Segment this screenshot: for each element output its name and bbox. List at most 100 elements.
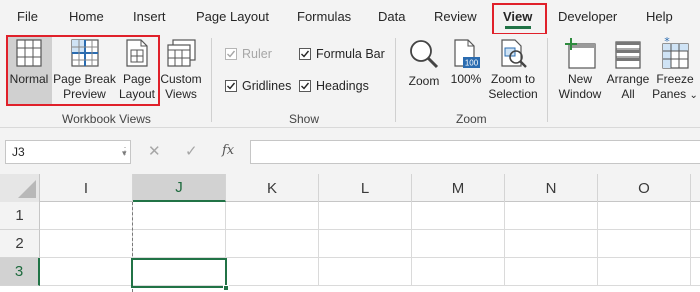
name-box-value: J3 xyxy=(12,145,25,159)
row-header-2[interactable]: 2 xyxy=(0,230,40,258)
checkmark-icon xyxy=(301,50,310,58)
name-box[interactable]: J3 ▾ xyxy=(5,140,131,164)
workbook-views-group-label: Workbook Views xyxy=(62,112,151,126)
freeze-panes-icon: * xyxy=(662,36,689,69)
tab-developer[interactable]: Developer xyxy=(558,9,617,24)
formula-bar-checkbox[interactable]: Formula Bar xyxy=(299,46,385,62)
cell-k1[interactable] xyxy=(226,202,319,230)
zoom-to-selection-button[interactable]: Zoom to Selection xyxy=(487,38,539,102)
arrange-all-label-2: All xyxy=(621,87,635,101)
formula-bar-grip-icon[interactable]: ⋮ xyxy=(120,146,130,157)
ruler-checkbox[interactable]: Ruler xyxy=(225,46,272,62)
column-header-l[interactable]: L xyxy=(319,174,412,202)
zoom-label: Zoom xyxy=(408,74,440,88)
headings-label: Headings xyxy=(316,79,369,93)
cell-n3[interactable] xyxy=(505,258,598,286)
cell-n2[interactable] xyxy=(505,230,598,258)
cell-partial[interactable] xyxy=(691,202,700,230)
cell-partial[interactable] xyxy=(691,230,700,258)
column-header-partial[interactable] xyxy=(691,174,700,202)
zoom-100-label: 100% xyxy=(450,72,482,86)
column-header-row: I J K L M N O xyxy=(0,174,700,202)
cancel-icon[interactable]: ✕ xyxy=(148,142,161,160)
arrange-all-icon xyxy=(615,41,641,69)
row-header-3[interactable]: 3 xyxy=(0,258,40,286)
tab-insert[interactable]: Insert xyxy=(133,9,166,24)
custom-views-label-1: Custom xyxy=(160,72,202,86)
zoom-100-badge: 100 xyxy=(465,59,479,68)
worksheet-grid: I J K L M N O 1 2 3 xyxy=(0,174,700,292)
column-header-i[interactable]: I xyxy=(40,174,133,202)
cell-o1[interactable] xyxy=(598,202,691,230)
cell-l1[interactable] xyxy=(319,202,412,230)
cell-o3[interactable] xyxy=(598,258,691,286)
cell-partial[interactable] xyxy=(691,258,700,286)
headings-check-box xyxy=(299,80,311,92)
cell-n1[interactable] xyxy=(505,202,598,230)
headings-checkbox[interactable]: Headings xyxy=(299,78,369,94)
ruler-check-box xyxy=(225,48,237,60)
checkmark-icon xyxy=(301,82,310,90)
new-window-label-2: Window xyxy=(558,87,602,101)
formula-bar-label: Formula Bar xyxy=(316,47,385,61)
select-all-button[interactable] xyxy=(0,174,40,202)
zoom-to-selection-label-2: Selection xyxy=(488,87,538,101)
cell-i3[interactable] xyxy=(40,258,133,286)
column-header-j[interactable]: J xyxy=(133,174,226,202)
tab-file[interactable]: File xyxy=(17,9,38,24)
cell-l3[interactable] xyxy=(319,258,412,286)
freeze-panes-label-1: Freeze xyxy=(656,72,694,86)
new-window-label-1: New xyxy=(567,72,592,86)
checkmark-icon xyxy=(227,50,236,58)
custom-views-label-2: Views xyxy=(165,87,197,101)
formula-input[interactable] xyxy=(250,140,700,164)
zoom-button[interactable]: Zoom xyxy=(403,38,445,89)
formula-bar: J3 ▾ ⋮ ✕ ✓ fx xyxy=(0,128,700,174)
column-header-m[interactable]: M xyxy=(412,174,505,202)
ribbon-tab-bar: File Home Insert Page Layout Formulas Da… xyxy=(0,0,700,35)
row-header-1[interactable]: 1 xyxy=(0,202,40,230)
workbook-views-highlight xyxy=(6,35,160,106)
active-cell-j3[interactable] xyxy=(131,258,227,288)
ruler-label: Ruler xyxy=(242,47,272,61)
tab-home[interactable]: Home xyxy=(69,9,104,24)
zoom-100-icon: 100 xyxy=(454,39,480,68)
tab-help[interactable]: Help xyxy=(646,9,673,24)
tab-page-layout[interactable]: Page Layout xyxy=(196,9,269,24)
cell-j2[interactable] xyxy=(133,230,226,258)
svg-text:*: * xyxy=(664,36,670,48)
cell-l2[interactable] xyxy=(319,230,412,258)
column-header-o[interactable]: O xyxy=(598,174,691,202)
gridlines-check-box xyxy=(225,80,237,92)
ribbon: Normal Page Break Preview Page Layout Cu… xyxy=(0,34,700,128)
cell-m1[interactable] xyxy=(412,202,505,230)
freeze-panes-label-2: Panes ⌄ xyxy=(652,87,698,103)
zoom-100-button[interactable]: 100 100% xyxy=(446,38,486,87)
custom-views-icon xyxy=(167,39,196,67)
tab-review[interactable]: Review xyxy=(434,9,477,24)
view-tab-highlight xyxy=(492,3,547,35)
show-group-label: Show xyxy=(289,112,320,126)
enter-icon[interactable]: ✓ xyxy=(185,142,198,160)
new-window-button[interactable]: New Window xyxy=(555,36,605,102)
custom-views-button[interactable]: Custom Views xyxy=(158,38,204,102)
freeze-panes-button[interactable]: * Freeze Panes ⌄ xyxy=(652,36,698,103)
fill-handle[interactable] xyxy=(223,285,229,291)
insert-function-button[interactable]: fx xyxy=(222,143,234,158)
tab-formulas[interactable]: Formulas xyxy=(297,9,351,24)
column-header-k[interactable]: K xyxy=(226,174,319,202)
cell-k2[interactable] xyxy=(226,230,319,258)
gridlines-checkbox[interactable]: Gridlines xyxy=(225,78,291,94)
cell-o2[interactable] xyxy=(598,230,691,258)
cell-i1[interactable] xyxy=(40,202,133,230)
cell-m2[interactable] xyxy=(412,230,505,258)
cell-j1[interactable] xyxy=(133,202,226,230)
cell-i2[interactable] xyxy=(40,230,133,258)
chevron-down-icon: ⌄ xyxy=(689,90,698,101)
cell-m3[interactable] xyxy=(412,258,505,286)
column-header-n[interactable]: N xyxy=(505,174,598,202)
arrange-all-button[interactable]: Arrange All xyxy=(604,36,652,102)
cell-k3[interactable] xyxy=(226,258,319,286)
tab-data[interactable]: Data xyxy=(378,9,405,24)
select-all-triangle-icon xyxy=(18,180,36,198)
